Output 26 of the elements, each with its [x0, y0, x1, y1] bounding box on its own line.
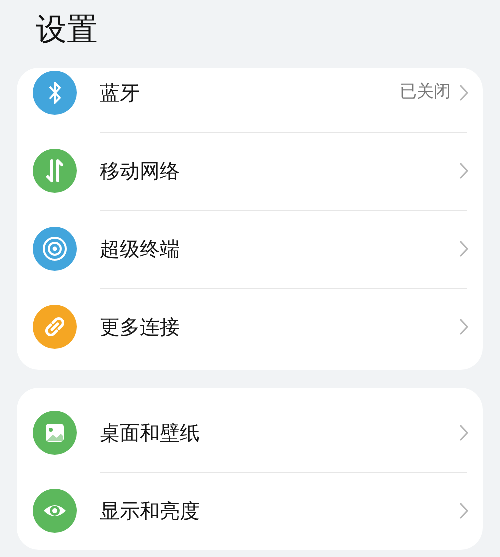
image-icon: [33, 411, 77, 455]
settings-row[interactable]: 移动网络: [17, 132, 483, 210]
settings-row[interactable]: 更多连接: [17, 288, 483, 366]
chevron-icon: [459, 318, 469, 336]
chevron-icon: [459, 502, 469, 520]
bluetooth-icon: [33, 71, 77, 115]
chevron-icon: [459, 162, 469, 180]
settings-row[interactable]: 蓝牙 已关闭: [17, 68, 483, 132]
row-label: 超级终端: [100, 236, 181, 263]
chevron-icon: [459, 84, 469, 102]
settings-row[interactable]: 桌面和壁纸: [17, 394, 483, 472]
row-label: 更多连接: [100, 314, 181, 341]
status-text: 已关闭: [400, 81, 451, 104]
row-label: 桌面和壁纸: [100, 420, 201, 447]
chevron-icon: [459, 240, 469, 258]
row-label: 移动网络: [100, 158, 181, 185]
row-label: 蓝牙: [100, 80, 141, 107]
link-icon: [33, 305, 77, 349]
settings-row[interactable]: 显示和亮度: [17, 472, 483, 550]
eye-icon: [33, 489, 77, 533]
chevron-icon: [459, 424, 469, 442]
page-title: 设置: [36, 11, 99, 50]
row-label: 显示和亮度: [100, 498, 201, 525]
settings-row[interactable]: 超级终端: [17, 210, 483, 288]
target-icon: [33, 227, 77, 271]
arrows-icon: [33, 149, 77, 193]
